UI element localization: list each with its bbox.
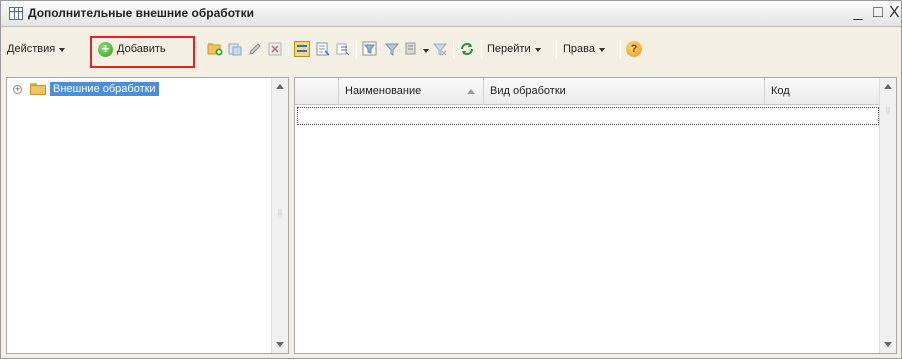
list-view-icon[interactable]	[315, 41, 331, 57]
window-title: Дополнительные внешние обработки	[28, 6, 254, 20]
add-folder-icon[interactable]	[207, 41, 223, 57]
add-icon: +	[98, 41, 113, 57]
table-scrollbar[interactable]: ||	[879, 78, 896, 353]
folder-icon	[30, 83, 46, 95]
table-header: Наименование Вид обработки Код	[295, 78, 879, 105]
add-button-label: Добавить	[117, 43, 166, 55]
edit-icon[interactable]	[247, 41, 263, 57]
close-button[interactable]: X	[889, 4, 901, 22]
toolbar-separator	[88, 40, 89, 58]
filter-icon[interactable]	[384, 41, 400, 57]
window: Дополнительные внешние обработки _ □ X Д…	[0, 0, 902, 359]
chevron-down-icon	[534, 47, 541, 52]
column-header-type[interactable]: Вид обработки	[484, 78, 765, 105]
toolbar-separator	[481, 40, 482, 58]
goto-menu-button[interactable]: Перейти	[487, 39, 541, 59]
toolbar-separator	[356, 40, 357, 58]
filter-dropdown-icon[interactable]	[405, 41, 421, 57]
toolbar-separator	[556, 40, 557, 58]
expand-icon[interactable]: +	[13, 84, 22, 94]
actions-menu-label: Действия	[7, 43, 56, 55]
refresh-icon[interactable]	[459, 41, 475, 57]
filter-settings-icon[interactable]	[362, 41, 378, 57]
copy-icon[interactable]	[227, 41, 243, 57]
arrow-up-icon	[276, 84, 284, 89]
toolbar-separator	[620, 40, 621, 58]
scroll-down-button[interactable]	[880, 336, 896, 353]
chevron-down-icon[interactable]	[423, 49, 429, 53]
help-button[interactable]: ?	[626, 39, 642, 59]
tree-scrollbar[interactable]: ||	[271, 78, 288, 353]
column-header-code[interactable]: Код	[765, 78, 879, 105]
scroll-down-button[interactable]	[272, 336, 288, 353]
delete-icon[interactable]	[267, 41, 283, 57]
arrow-up-icon	[884, 84, 892, 89]
title-bar: Дополнительные внешние обработки _ □ X	[1, 1, 901, 27]
table-row[interactable]	[297, 107, 879, 125]
clear-filter-icon[interactable]	[432, 41, 448, 57]
toolbar-separator	[288, 40, 289, 58]
column-header-icon[interactable]	[295, 78, 339, 105]
rights-menu-label: Права	[563, 43, 595, 55]
processors-table[interactable]: Наименование Вид обработки Код ||	[294, 77, 897, 354]
actions-menu-button[interactable]: Действия	[7, 39, 66, 59]
add-button[interactable]: + Добавить	[98, 39, 166, 59]
scroll-up-button[interactable]	[272, 78, 288, 95]
arrow-down-icon	[884, 342, 892, 347]
table-icon	[9, 7, 23, 20]
help-icon: ?	[626, 41, 642, 57]
chevron-down-icon	[598, 47, 605, 52]
groups-tree[interactable]: + Внешние обработки ||	[6, 77, 289, 354]
toolbar-separator	[453, 40, 454, 58]
maximize-button[interactable]: □	[869, 4, 887, 22]
scroll-up-button[interactable]	[880, 78, 896, 95]
tree-node-external-processors[interactable]: + Внешние обработки	[13, 81, 159, 97]
tree-view-icon[interactable]	[335, 41, 351, 57]
rights-menu-button[interactable]: Права	[563, 39, 605, 59]
column-header-name[interactable]: Наименование	[339, 78, 484, 105]
minimize-button[interactable]: _	[849, 4, 867, 22]
goto-menu-label: Перейти	[487, 43, 531, 55]
sort-ascending-icon	[467, 89, 475, 94]
tree-node-label: Внешние обработки	[50, 82, 159, 96]
toolbar: Действия + Добавить Перейти Права ?	[1, 28, 901, 68]
scroll-thumb[interactable]: ||	[882, 106, 894, 120]
chevron-down-icon	[59, 47, 66, 52]
arrow-down-icon	[276, 342, 284, 347]
hierarchy-icon[interactable]	[294, 41, 310, 57]
scroll-thumb[interactable]: ||	[274, 208, 286, 222]
